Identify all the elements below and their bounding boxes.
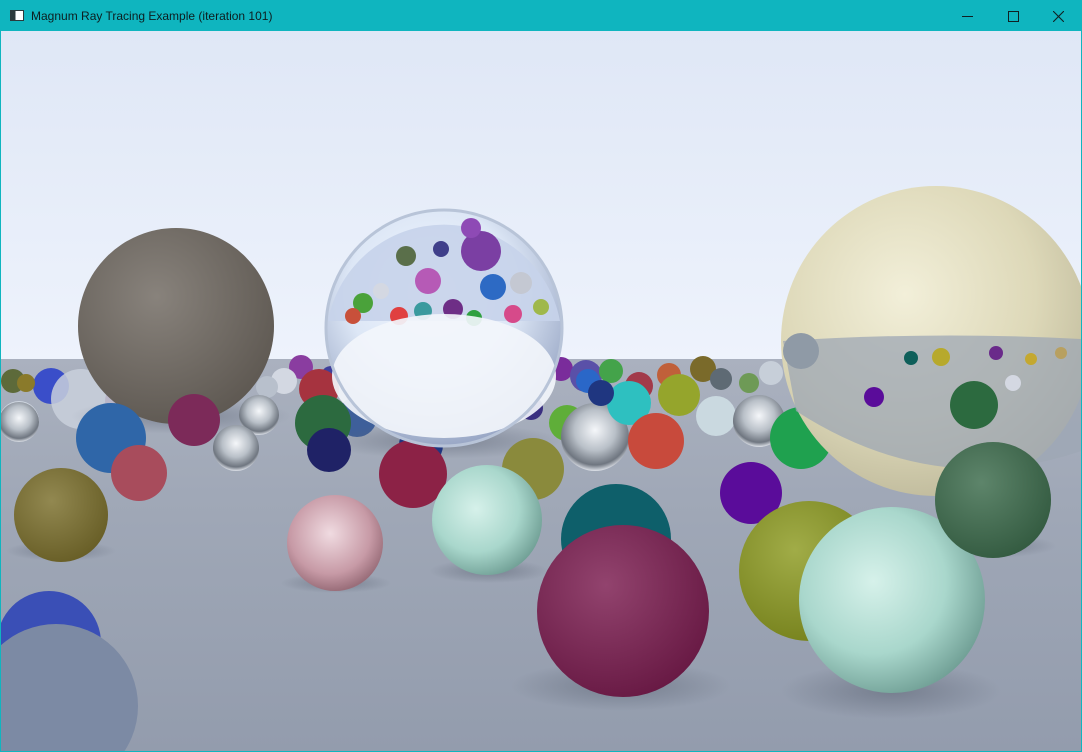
minimize-icon	[961, 15, 973, 17]
app-window: Magnum Ray Tracing Example (iteration 10…	[0, 0, 1082, 752]
render-viewport[interactable]	[1, 31, 1081, 751]
maximize-button[interactable]	[990, 1, 1036, 31]
app-icon	[10, 10, 24, 21]
title-bar[interactable]: Magnum Ray Tracing Example (iteration 10…	[1, 1, 1081, 31]
glass-sphere	[324, 208, 564, 448]
mirror-sphere	[781, 186, 1081, 496]
minimize-button[interactable]	[944, 1, 990, 31]
close-icon	[1052, 10, 1064, 22]
ray-traced-scene	[1, 31, 1081, 751]
close-button[interactable]	[1035, 1, 1081, 31]
maximize-icon	[1007, 10, 1019, 22]
window-title: Magnum Ray Tracing Example (iteration 10…	[31, 9, 273, 23]
